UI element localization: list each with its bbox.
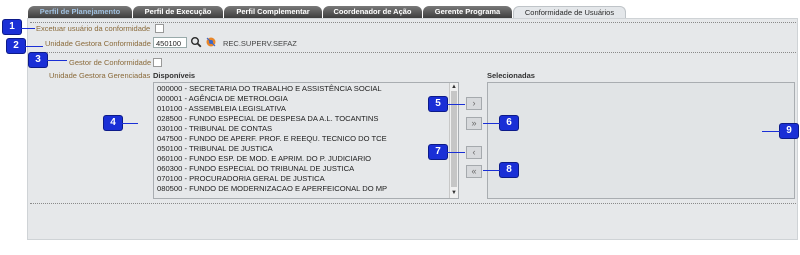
selecionadas-label: Selecionadas [487,71,535,80]
gestor-label: Gestor de Conformidade [69,58,152,67]
annotation-leader-4 [122,123,138,124]
annotation-badge-5: 5 [429,97,447,111]
list-item[interactable]: 070100 - PROCURADORIA GERAL DE JUSTICA [157,174,325,184]
selected-units-list[interactable] [487,82,795,199]
top-divider [30,22,796,23]
list-item[interactable]: 010100 - ASSEMBLEIA LEGISLATIVA [157,104,286,114]
annotation-badge-7: 7 [429,145,447,159]
list-item[interactable]: 030100 - TRIBUNAL DE CONTAS [157,124,272,134]
excetuar-label: Excetuar usuário da conformidade [36,24,151,33]
move-one-left-button[interactable]: ‹ [466,146,482,159]
annotation-badge-8: 8 [500,163,518,177]
move-all-right-button[interactable]: » [466,117,482,130]
clear-filter-icon[interactable] [205,36,217,48]
list-item[interactable]: 047500 - FUNDO DE APERF. PROF. E REEQU. … [157,134,387,144]
annotation-badge-1: 1 [3,20,21,34]
tab-perfil-execucao[interactable]: Perfil de Execução [133,6,223,18]
middle-divider [30,52,796,53]
move-one-right-button[interactable]: › [466,97,482,110]
tab-conformidade-usuarios[interactable]: Conformidade de Usuários [513,6,626,18]
list-item[interactable]: 060300 - FUNDO ESPECIAL DO TRIBUNAL DE J… [157,164,354,174]
move-all-left-button[interactable]: « [466,165,482,178]
scroll-up-icon[interactable]: ▲ [451,84,457,90]
tab-perfil-complementar[interactable]: Perfil Complementar [224,6,322,18]
annotation-badge-6: 6 [500,116,518,130]
annotation-leader-1 [21,28,35,29]
list-item[interactable]: 000001 - AGÊNCIA DE METROLOGIA [157,94,288,104]
scroll-down-icon[interactable]: ▼ [451,190,457,196]
search-icon[interactable] [190,36,202,48]
gestor-checkbox[interactable] [153,58,162,67]
tab-perfil-planejamento[interactable]: Perfil de Planejamento [28,6,132,18]
list-item[interactable]: 060100 - FUNDO ESP. DE MOD. E APRIM. DO … [157,154,371,164]
annotation-badge-3: 3 [29,53,47,67]
gerenciadas-label: Unidade Gestora Gerenciadas [49,71,151,80]
annotation-leader-5 [447,104,465,105]
list-item[interactable]: 000000 - SECRETARIA DO TRABALHO E ASSIST… [157,84,382,94]
excetuar-checkbox[interactable] [155,24,164,33]
annotation-badge-9: 9 [780,124,798,138]
available-units-list[interactable]: 000000 - SECRETARIA DO TRABALHO E ASSIST… [153,82,459,199]
list-item[interactable]: 050100 - TRIBUNAL DE JUSTICA [157,144,273,154]
annotation-badge-4: 4 [104,116,122,130]
unidade-gestora-label: Unidade Gestora Conformidade [45,39,151,48]
tab-coordenador-acao[interactable]: Coordenador de Ação [323,6,422,18]
disponiveis-label: Disponíveis [153,71,196,80]
unidade-gestora-name: REC.SUPERV.SEFAZ [223,39,297,48]
annotation-leader-2 [25,46,43,47]
list-item[interactable]: 028500 - FUNDO ESPECIAL DE DESPESA DA A.… [157,114,378,124]
unidade-gestora-input[interactable]: 450100 [153,37,187,48]
annotation-leader-9 [762,131,780,132]
list-scrollbar[interactable]: ▲ ▼ [449,83,458,198]
annotation-badge-2: 2 [7,39,25,53]
annotation-leader-3 [47,60,67,61]
annotation-leader-6 [483,123,500,124]
tab-gerente-programa[interactable]: Gerente Programa [423,6,512,18]
list-item[interactable]: 080500 - FUNDO DE MODERNIZACAO E APERFEI… [157,184,387,194]
bottom-divider [30,203,796,204]
annotation-leader-8 [483,170,500,171]
annotation-leader-7 [447,152,465,153]
scroll-thumb[interactable] [451,91,457,187]
